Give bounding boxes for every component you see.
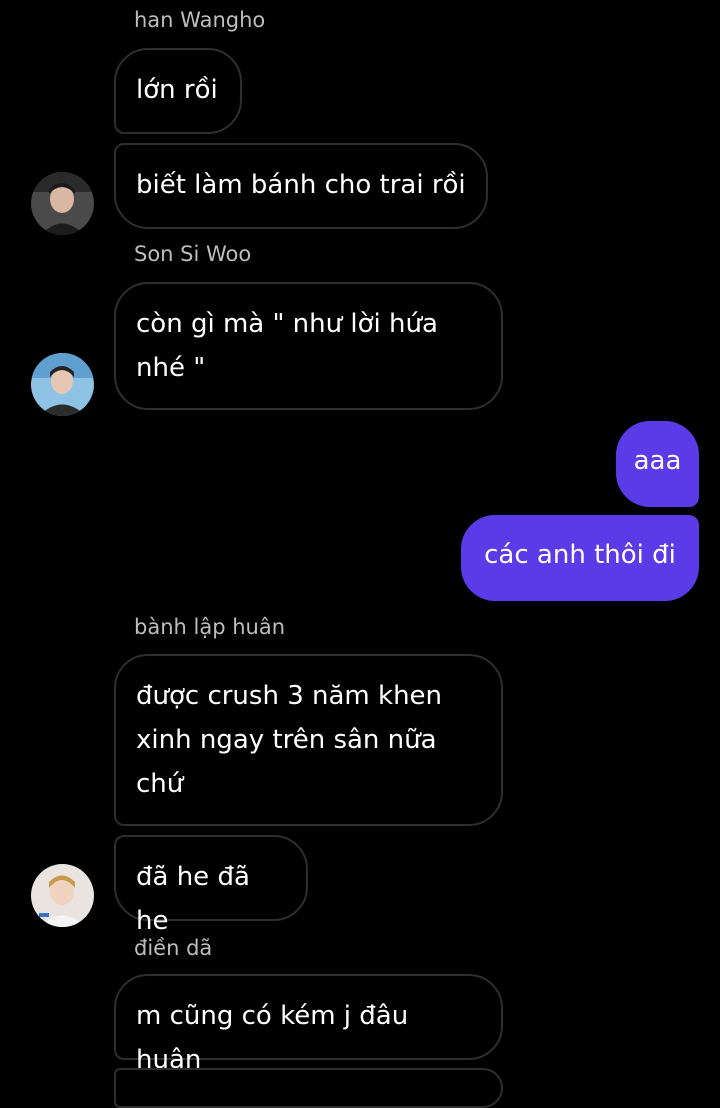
sender-name: bành lập huân xyxy=(134,615,285,639)
sender-name: Son Si Woo xyxy=(134,242,252,266)
message-text: nhé " xyxy=(136,353,206,383)
message-text: còn gì mà " như lời hứa xyxy=(136,309,438,339)
sender-name: điền dã xyxy=(134,936,213,960)
message-text: chứ xyxy=(136,769,184,799)
message-text: được crush 3 năm khen xyxy=(136,681,443,711)
avatar[interactable] xyxy=(31,864,94,927)
message-text: aaa xyxy=(633,446,682,476)
message-bubble[interactable]: đã he đã he xyxy=(114,835,308,936)
message-bubble[interactable]: còn gì mà " như lời hứa nhé " xyxy=(114,282,503,410)
message-bubble[interactable]: được crush 3 năm khen xinh ngay trên sân… xyxy=(114,654,503,826)
avatar[interactable] xyxy=(31,353,94,416)
message-text: biết làm bánh cho trai rồi xyxy=(136,170,466,200)
message-bubble-partial[interactable] xyxy=(114,1068,503,1108)
message-text: xinh ngay trên sân nữa xyxy=(136,725,437,755)
avatar[interactable] xyxy=(31,172,94,235)
message-bubble-outgoing[interactable]: aaa xyxy=(616,421,699,507)
message-bubble-outgoing[interactable]: các anh thôi đi xyxy=(461,515,699,601)
sender-name: han Wangho xyxy=(134,8,266,32)
message-bubble[interactable]: m cũng có kém j đâu huân xyxy=(114,974,503,1075)
message-text: lớn rồi xyxy=(136,75,218,105)
message-text: đã he đã he xyxy=(136,862,250,936)
message-bubble[interactable]: lớn rồi xyxy=(114,48,242,134)
message-text: m cũng có kém j đâu huân xyxy=(136,1001,409,1075)
message-text: các anh thôi đi xyxy=(484,540,676,570)
message-bubble[interactable]: biết làm bánh cho trai rồi xyxy=(114,143,488,229)
